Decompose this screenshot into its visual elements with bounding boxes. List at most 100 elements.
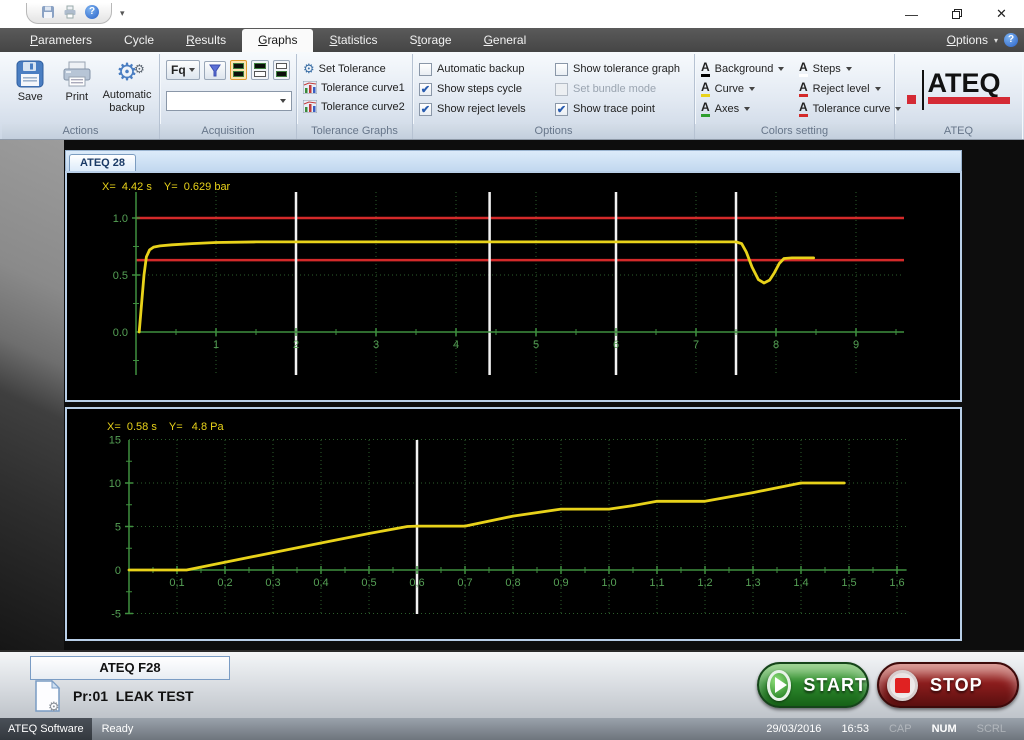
tab-ateq-28[interactable]: ATEQ 28 [69, 154, 136, 171]
background-swoosh [0, 140, 64, 650]
stop-button[interactable]: STOP [877, 662, 1019, 708]
checkbox-show-reject-levels[interactable]: ✔ Show reject levels [419, 99, 551, 119]
leak-graph[interactable]: 0,10,20,30,40,50,60,70,80,91,01,11,21,31… [67, 409, 960, 639]
y-tick-label: 0.0 [113, 327, 128, 339]
print-icon[interactable] [63, 5, 77, 19]
leak-graph-box: 0,10,20,30,40,50,60,70,80,91,01,11,21,31… [65, 407, 962, 641]
checkbox-label: Show steps cycle [437, 83, 522, 95]
device-name-box[interactable]: ATEQ F28 [30, 656, 230, 680]
play-icon [767, 670, 791, 701]
save-button[interactable]: Save [8, 57, 53, 124]
menu-tab-general[interactable]: General [468, 29, 543, 52]
color-setting-label: Axes [715, 103, 739, 115]
qat-dropdown-icon[interactable]: ▾ [120, 8, 125, 19]
color-setting-background[interactable]: ABackground [701, 59, 797, 79]
ribbon: Save Print ⚙⚙ Automatic backup Actions F… [0, 52, 1024, 140]
menu-tab-statistics[interactable]: Statistics [313, 29, 393, 52]
checkbox-show-tolerance-graph[interactable]: Show tolerance graph [555, 59, 693, 79]
quick-access-pill: ? [26, 3, 112, 24]
checkbox-label: Automatic backup [437, 63, 524, 75]
color-setting-axes[interactable]: AAxes [701, 99, 797, 119]
start-button[interactable]: START [757, 662, 869, 708]
checkbox-automatic-backup[interactable]: Automatic backup [419, 59, 551, 79]
group-label-acquisition: Acquisition [160, 124, 296, 139]
layout-top-graph-button[interactable] [251, 60, 268, 80]
start-label: START [803, 675, 867, 696]
ribbon-group-ateq: ATEQ ATEQ [895, 54, 1022, 139]
color-caret-icon [846, 67, 852, 71]
graph-panel: ATEQ 28 1234567891.00.50.0 X= 4.42 s Y= … [65, 150, 962, 641]
color-swatch-A: A [799, 102, 808, 117]
checkbox-label: Show tolerance graph [573, 63, 680, 75]
status-bar: ATEQ Software Ready 29/03/2016 16:53 CAP… [0, 718, 1024, 740]
color-caret-icon [778, 67, 784, 71]
restore-button[interactable] [934, 0, 979, 28]
menu-tab-graphs[interactable]: Graphs [242, 29, 313, 52]
tolerance-button-1[interactable]: Tolerance curve1 [303, 78, 406, 97]
print-button[interactable]: Print [55, 57, 100, 124]
menu-tab-storage[interactable]: Storage [394, 29, 468, 52]
color-setting-label: Tolerance curve [813, 103, 891, 115]
ribbon-group-tolerance: ⚙Set ToleranceTolerance curve1Tolerance … [297, 54, 413, 139]
automatic-backup-button[interactable]: ⚙⚙ Automatic backup [101, 57, 153, 124]
x-tick-label: 0,5 [361, 577, 376, 589]
options-menu[interactable]: Options [947, 33, 988, 47]
x-tick-label: 1 [213, 339, 219, 351]
menu-tab-results[interactable]: Results [170, 29, 242, 52]
menubar-help-icon[interactable]: ? [1004, 33, 1018, 47]
checkbox-box[interactable] [419, 63, 432, 76]
color-setting-label: Reject level [813, 83, 870, 95]
menu-tab-parameters[interactable]: Parameters [14, 29, 108, 52]
x-tick-label: 2 [293, 339, 299, 351]
checkbox-box[interactable]: ✔ [419, 103, 432, 116]
checkbox-show-steps-cycle[interactable]: ✔ Show steps cycle [419, 79, 551, 99]
x-tick-label: 5 [533, 339, 539, 351]
group-label-actions: Actions [2, 124, 159, 139]
graph-tabstrip: ATEQ 28 [65, 150, 962, 171]
pressure-graph[interactable]: 1234567891.00.50.0 [67, 173, 960, 400]
fq-caret-icon [189, 68, 195, 72]
checkbox-label: Show trace point [573, 103, 655, 115]
close-button[interactable]: ✕ [979, 0, 1024, 28]
program-document-icon[interactable]: ⚙ [34, 680, 61, 712]
x-tick-label: 6 [613, 339, 619, 351]
x-tick-label: 1,6 [889, 577, 904, 589]
layout-both-graphs-button[interactable] [230, 60, 247, 80]
fq-button[interactable]: Fq [166, 60, 200, 80]
ateq-logo-text: ATEQ [928, 68, 1001, 99]
checkbox-box[interactable]: ✔ [419, 83, 432, 96]
save-icon[interactable] [41, 5, 55, 19]
x-tick-label: 4 [453, 339, 459, 351]
checkbox-box[interactable] [555, 63, 568, 76]
svg-text:⚙: ⚙ [48, 699, 60, 712]
filter-button[interactable] [204, 61, 226, 80]
checkbox-show-trace-point[interactable]: ✔ Show trace point [555, 99, 693, 119]
help-icon[interactable]: ? [85, 5, 99, 19]
checkbox-label: Set bundle mode [573, 83, 656, 95]
tolerance-button-2[interactable]: Tolerance curve2 [303, 97, 406, 116]
color-swatch-A: A [701, 82, 710, 97]
color-setting-curve[interactable]: ACurve [701, 79, 797, 99]
x-tick-label: 8 [773, 339, 779, 351]
minimize-button[interactable]: — [889, 0, 934, 28]
layout-bottom-graph-button[interactable] [273, 60, 290, 80]
quick-access-toolbar: ? ▾ [26, 2, 125, 24]
x-tick-label: 0,4 [313, 577, 328, 589]
checkbox-box[interactable]: ✔ [555, 103, 568, 116]
window-titlebar: ? ▾ — ✕ [0, 0, 1024, 28]
x-tick-label: 9 [853, 339, 859, 351]
y-tick-label: 0 [115, 565, 121, 577]
graphs-area: ATEQ 28 1234567891.00.50.0 X= 4.42 s Y= … [0, 140, 1024, 650]
checkbox-label: Show reject levels [437, 103, 526, 115]
menu-tab-cycle[interactable]: Cycle [108, 29, 170, 52]
y-tick-label: 0.5 [113, 270, 128, 282]
group-label-options: Options [413, 124, 694, 139]
group-label-tolerance: Tolerance Graphs [297, 124, 412, 139]
automatic-backup-label: Automatic backup [101, 89, 153, 114]
tolerance-button-0[interactable]: ⚙Set Tolerance [303, 59, 406, 78]
group-label-colors: Colors setting [695, 124, 894, 139]
acquisition-combobox[interactable] [166, 91, 292, 111]
print-icon-large [61, 60, 93, 88]
x-tick-label: 1,1 [649, 577, 664, 589]
group-label-ateq: ATEQ [895, 124, 1022, 139]
